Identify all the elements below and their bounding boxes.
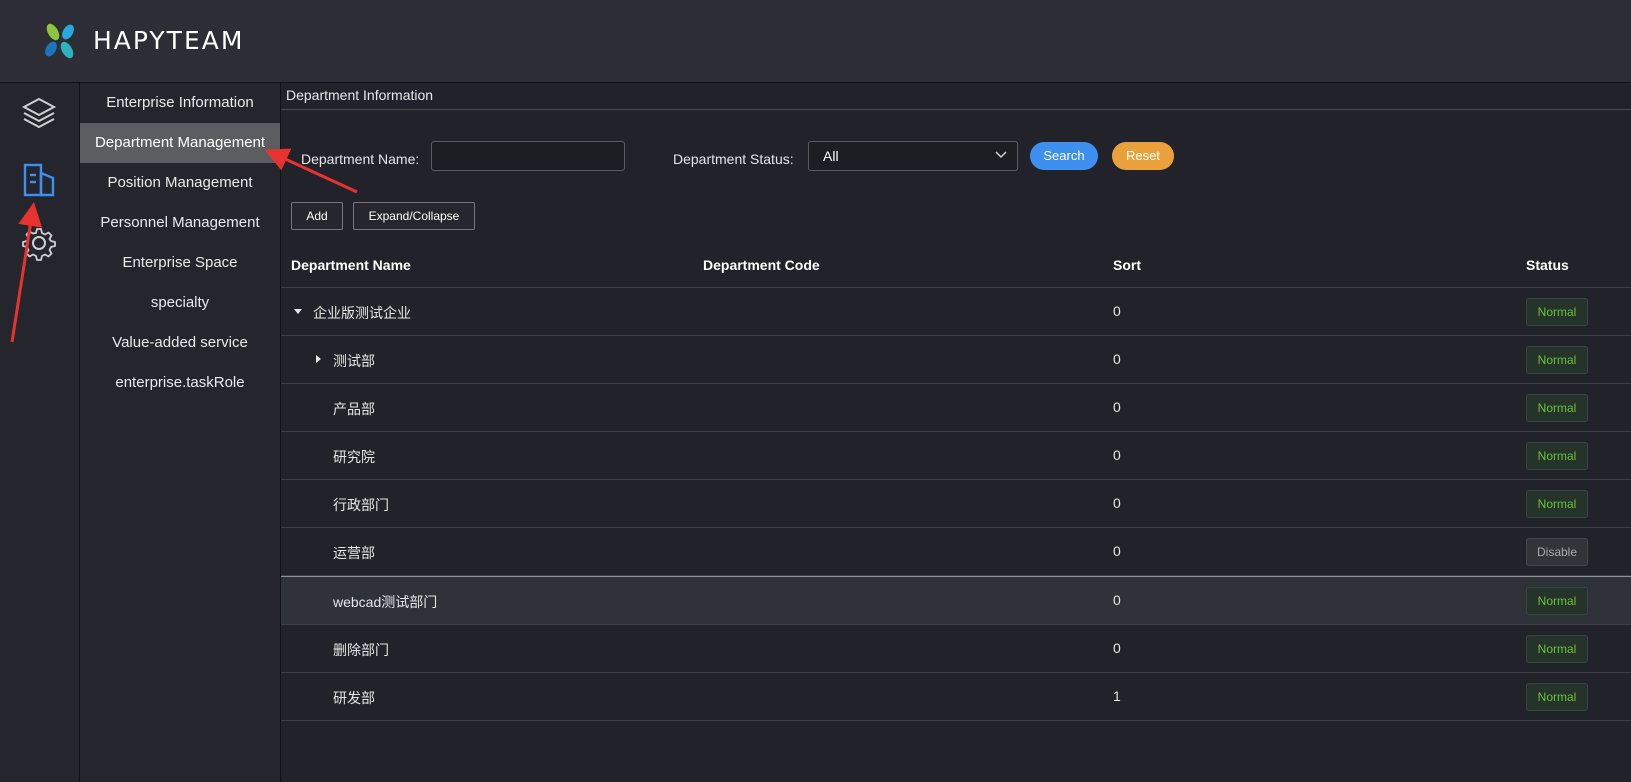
department-status-select[interactable]: All xyxy=(808,141,1018,171)
department-name-input[interactable] xyxy=(431,141,625,171)
submenu-item-task-role[interactable]: enterprise.taskRole xyxy=(80,363,280,403)
sort-cell: 0 xyxy=(1113,351,1121,367)
brand-name: HAPYTEAM xyxy=(93,26,245,55)
table-row[interactable]: 研发部 1 Normal xyxy=(281,673,1631,721)
status-badge: Normal xyxy=(1526,490,1588,518)
status-badge: Normal xyxy=(1526,683,1588,711)
add-button[interactable]: Add xyxy=(291,202,343,230)
department-name-cell: webcad测试部门 xyxy=(333,594,438,610)
sort-cell: 0 xyxy=(1113,640,1121,656)
status-badge: Normal xyxy=(1526,635,1588,663)
sort-cell: 0 xyxy=(1113,592,1121,608)
chevron-down-icon xyxy=(995,151,1007,159)
sort-cell: 0 xyxy=(1113,543,1121,559)
submenu-item-value-added-service[interactable]: Value-added service xyxy=(80,323,280,363)
gear-icon[interactable] xyxy=(20,224,58,262)
column-sort[interactable]: Sort xyxy=(1113,257,1141,273)
department-name-cell: 删除部门 xyxy=(333,642,389,658)
sort-cell: 0 xyxy=(1113,447,1121,463)
department-status-value: All xyxy=(823,148,839,164)
table-row[interactable]: 运营部 0 Disable xyxy=(281,528,1631,576)
department-name-cell: 研发部 xyxy=(333,690,375,706)
column-status[interactable]: Status xyxy=(1526,257,1569,273)
table-row[interactable]: 企业版测试企业 0 Normal xyxy=(281,288,1631,336)
reset-button[interactable]: Reset xyxy=(1112,142,1174,170)
column-department-name[interactable]: Department Name xyxy=(291,257,411,273)
submenu-item-enterprise-information[interactable]: Enterprise Information xyxy=(80,83,280,123)
caret-down-icon[interactable] xyxy=(293,306,303,316)
status-badge: Disable xyxy=(1526,538,1588,566)
department-name-cell: 研究院 xyxy=(333,449,375,465)
settings-submenu: Enterprise Information Department Manage… xyxy=(80,83,281,782)
top-bar: HAPYTEAM xyxy=(0,0,1631,83)
department-name-cell: 企业版测试企业 xyxy=(313,305,411,321)
caret-right-icon[interactable] xyxy=(313,354,323,364)
breadcrumb: Department Information xyxy=(281,83,1631,110)
department-status-label: Department Status: xyxy=(673,151,794,167)
table-row[interactable]: 行政部门 0 Normal xyxy=(281,480,1631,528)
table-row[interactable]: 产品部 0 Normal xyxy=(281,384,1631,432)
table-row-hovered[interactable]: webcad测试部门 0 Normal xyxy=(281,576,1631,625)
search-button[interactable]: Search xyxy=(1030,142,1098,170)
expand-collapse-button[interactable]: Expand/Collapse xyxy=(353,202,475,230)
column-department-code[interactable]: Department Code xyxy=(703,257,820,273)
submenu-item-specialty[interactable]: specialty xyxy=(80,283,280,323)
department-name-cell: 运营部 xyxy=(333,545,375,561)
table-row[interactable]: 删除部门 0 Normal xyxy=(281,625,1631,673)
sort-cell: 0 xyxy=(1113,303,1121,319)
sort-cell: 0 xyxy=(1113,399,1121,415)
layers-icon[interactable] xyxy=(20,95,58,133)
main-content: Department Information Department Name: … xyxy=(281,83,1631,782)
department-name-cell: 测试部 xyxy=(333,353,375,369)
status-badge: Normal xyxy=(1526,587,1588,615)
building-icon[interactable] xyxy=(20,161,58,199)
department-name-label: Department Name: xyxy=(301,151,420,167)
table-row[interactable]: 测试部 0 Normal xyxy=(281,336,1631,384)
sort-cell: 1 xyxy=(1113,688,1121,704)
sort-cell: 0 xyxy=(1113,495,1121,511)
table-row[interactable]: 研究院 0 Normal xyxy=(281,432,1631,480)
icon-sidebar xyxy=(0,83,80,782)
status-badge: Normal xyxy=(1526,394,1588,422)
department-name-cell: 产品部 xyxy=(333,401,375,417)
hapyteam-logo-icon xyxy=(45,23,74,59)
department-name-cell: 行政部门 xyxy=(333,497,389,513)
table-header: Department Name Department Code Sort Sta… xyxy=(281,241,1631,288)
department-table-body: 企业版测试企业 0 Normal 测试部 0 Normal 产品部 0 Norm… xyxy=(281,288,1631,721)
status-badge: Normal xyxy=(1526,442,1588,470)
submenu-item-position-management[interactable]: Position Management xyxy=(80,163,280,203)
submenu-item-enterprise-space[interactable]: Enterprise Space xyxy=(80,243,280,283)
filter-bar: Department Name: Department Status: All … xyxy=(281,141,1631,177)
status-badge: Normal xyxy=(1526,346,1588,374)
submenu-item-department-management[interactable]: Department Management xyxy=(80,123,280,163)
status-badge: Normal xyxy=(1526,298,1588,326)
submenu-item-personnel-management[interactable]: Personnel Management xyxy=(80,203,280,243)
